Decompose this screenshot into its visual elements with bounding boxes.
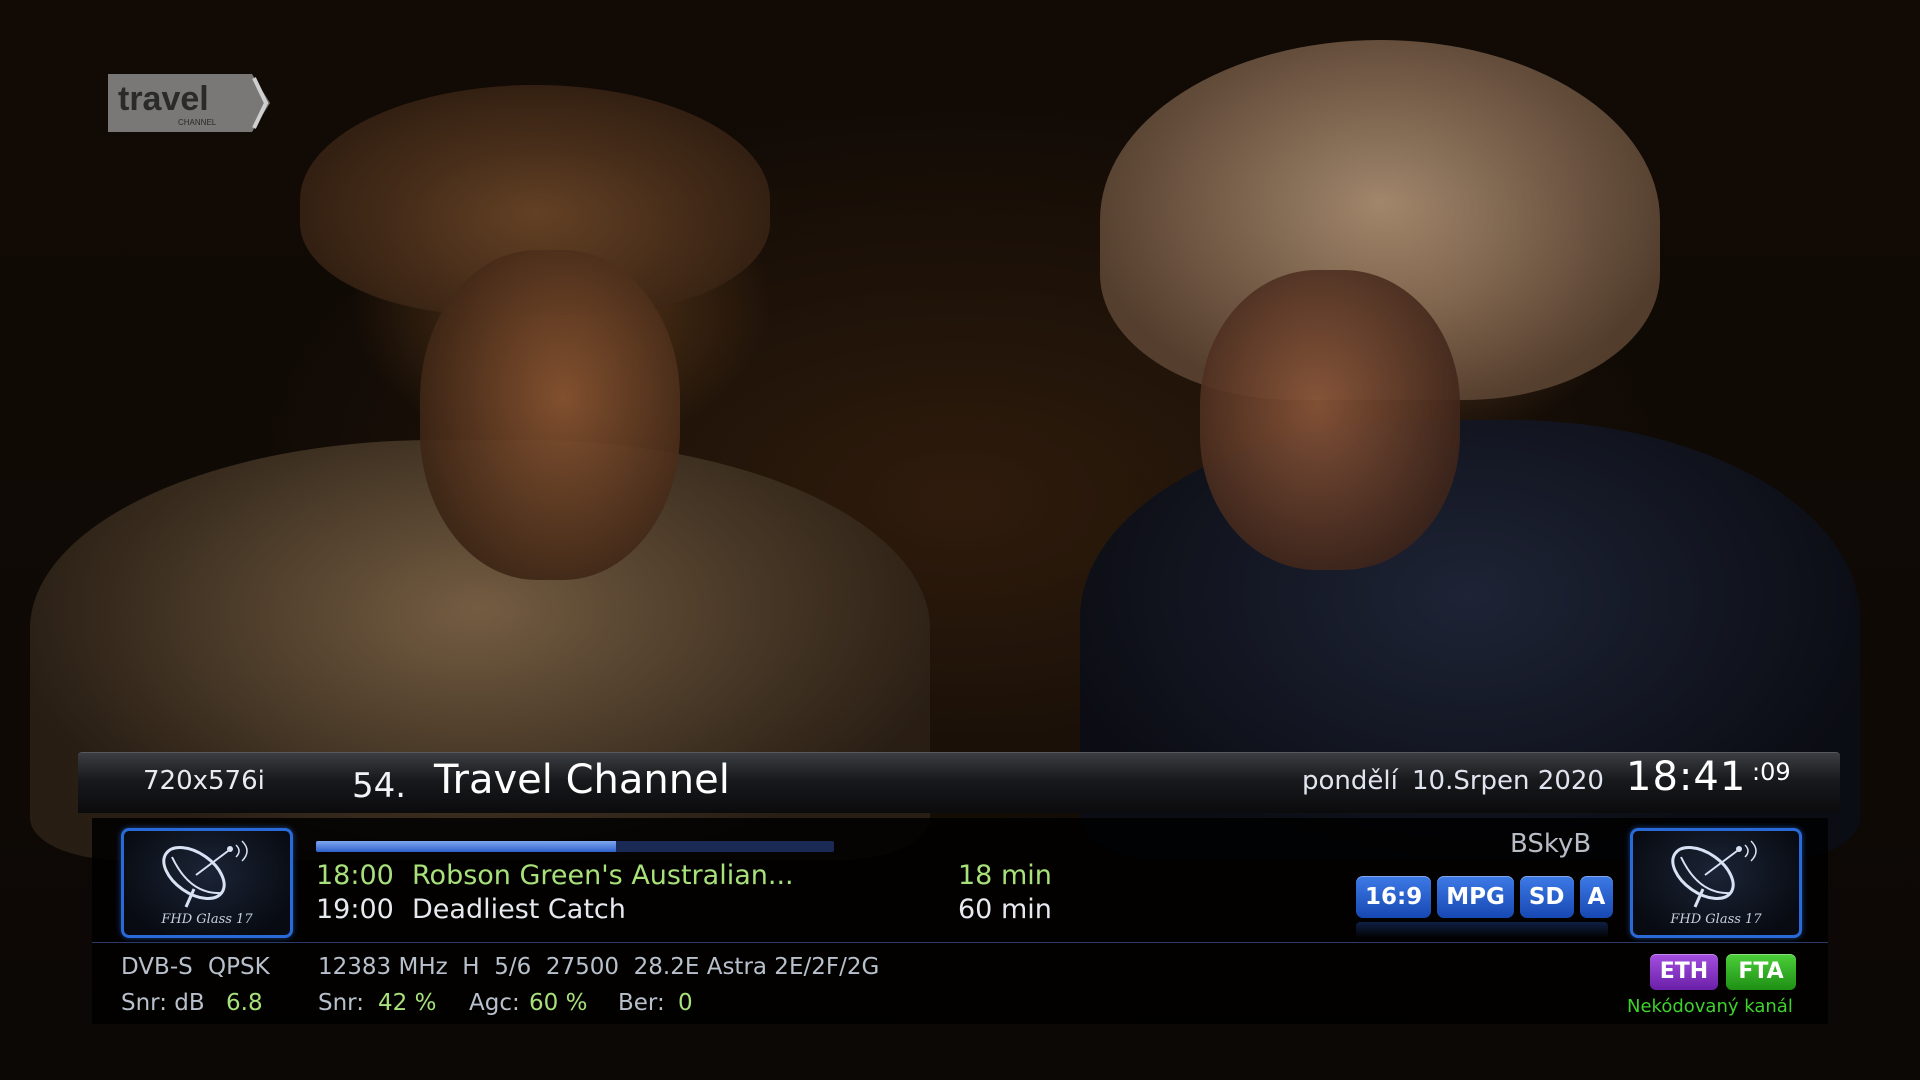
tuner-system: DVB-S <box>121 954 193 980</box>
definition-badge: SD <box>1519 876 1574 918</box>
ber-label: Ber: <box>618 990 665 1016</box>
travel-channel-watermark-logo: travel CHANNEL <box>108 74 270 132</box>
epg-now-duration: 18 min <box>958 860 1052 891</box>
snr-db-label: Snr: dB <box>121 990 205 1016</box>
date: 10.Srpen 2020 <box>1412 766 1604 796</box>
epg-next-title: Deadliest Catch <box>412 894 626 925</box>
snr-db-value: 6.8 <box>226 990 263 1016</box>
agc-value: 60 % <box>529 990 588 1016</box>
person-left-face <box>420 250 680 580</box>
epg-now-title: Robson Green's Australian... <box>412 860 794 891</box>
ber-value: 0 <box>678 990 693 1016</box>
tuner-modulation: QPSK <box>208 954 270 980</box>
audio-badge: A <box>1579 876 1614 918</box>
snr-label: Snr: <box>318 990 364 1016</box>
epg-next-duration: 60 min <box>958 894 1052 925</box>
aspect-ratio-badge: 16:9 <box>1356 876 1432 918</box>
transponder-info: 12383 MHz H 5/6 27500 28.2E Astra 2E/2F/… <box>318 954 880 980</box>
snr-value: 42 % <box>378 990 437 1016</box>
codec-badge: MPG <box>1437 876 1514 918</box>
weekday: pondělí <box>1302 766 1398 796</box>
person-right-face <box>1200 270 1460 570</box>
fta-status-text: Nekódovaný kanál <box>1627 996 1793 1017</box>
picon-label: FHD Glass 17 <box>1670 912 1762 927</box>
clock-seconds: :09 <box>1752 758 1791 786</box>
channel-picon-left: FHD Glass 17 <box>121 828 293 938</box>
epg-now-time: 18:00 <box>316 860 394 891</box>
watermark-logo-text: travel <box>118 80 209 118</box>
watermark-logo-subtext: CHANNEL <box>178 118 217 127</box>
agc-label: Agc: <box>469 990 520 1016</box>
picon-label: FHD Glass 17 <box>161 912 253 927</box>
stream-info-badges: 16:9 MPG SD A <box>1356 876 1614 918</box>
channel-picon-right: FHD Glass 17 <box>1630 828 1802 938</box>
channel-number: 54. <box>352 766 407 806</box>
channel-name: Travel Channel <box>434 757 730 803</box>
event-progress-bar <box>316 841 834 852</box>
fta-flag-badge: FTA <box>1726 954 1796 990</box>
event-progress-fill <box>316 841 617 852</box>
panel-divider <box>92 942 1828 943</box>
badges-reflection <box>1356 922 1608 938</box>
video-resolution: 720x576i <box>143 766 265 796</box>
eth-flag-badge: ETH <box>1650 954 1718 990</box>
provider-name: BSkyB <box>1510 829 1592 859</box>
clock: 18:41 <box>1626 754 1747 800</box>
epg-next-time: 19:00 <box>316 894 394 925</box>
